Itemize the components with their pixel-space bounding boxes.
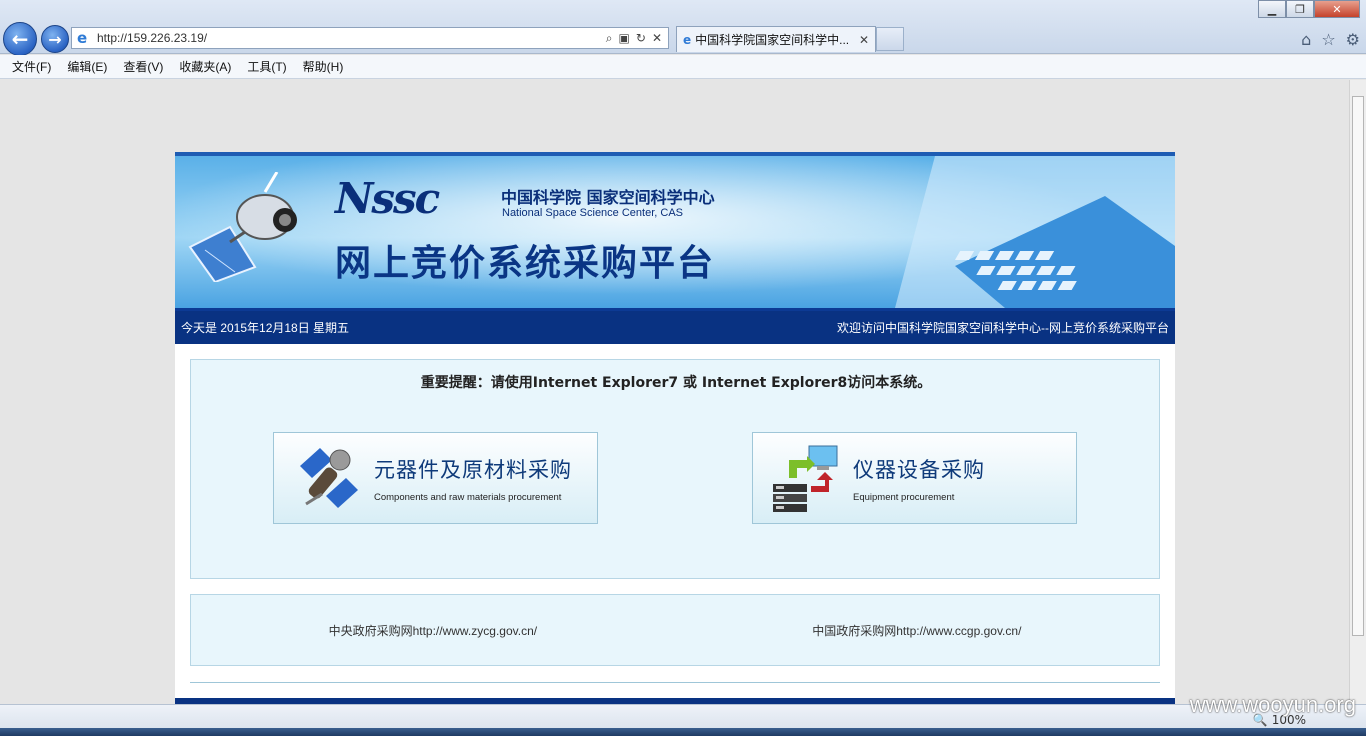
ie-tab-icon: e [683,32,692,47]
links-panel: 中央政府采购网http://www.zycg.gov.cn/ 中国政府采购网ht… [190,594,1160,666]
tab-active[interactable]: e 中国科学院国家空间科学中... ✕ [676,26,876,52]
info-bar: 今天是 2015年12月18日 星期五 欢迎访问中国科学院国家空间科学中心--网… [175,308,1175,344]
card-subtitle: Equipment procurement [853,491,955,503]
card-subtitle: Components and raw materials procurement [374,491,562,503]
menu-favorites[interactable]: 收藏夹(A) [179,58,231,75]
equipment-procurement-button[interactable]: 仪器设备采购 Equipment procurement [752,432,1077,524]
main-panel: 重要提醒：请使用Internet Explorer7 或 Internet Ex… [190,359,1160,579]
site-banner: Nssc 中国科学院 国家空间科学中心 National Space Scien… [175,152,1175,308]
link-zycg[interactable]: 中央政府采购网http://www.zycg.gov.cn/ [329,622,538,639]
menu-edit[interactable]: 编辑(E) [67,58,107,75]
org-name-cn: 中国科学院 国家空间科学中心 [501,188,715,207]
equipment-server-icon [773,445,838,512]
menu-bar: 文件(F) 编辑(E) 查看(V) 收藏夹(A) 工具(T) 帮助(H) [0,55,1366,79]
org-name-en: National Space Science Center, CAS [502,207,683,219]
today-date: 今天是 2015年12月18日 星期五 [181,321,350,335]
minimize-button[interactable]: ▁ [1258,0,1286,18]
nssc-logo: Nssc [335,174,440,223]
ie-logo-icon: e [77,29,88,47]
card-title: 仪器设备采购 [853,457,985,482]
favorites-star-icon[interactable]: ☆ [1321,30,1335,49]
components-procurement-button[interactable]: 元器件及原材料采购 Components and raw materials p… [273,432,598,524]
address-url[interactable]: http://159.226.23.19/ [97,31,606,45]
tab-title: 中国科学院国家空间科学中... [695,33,850,47]
platform-title: 网上竞价系统采购平台 [335,242,716,284]
new-tab-button[interactable] [876,27,904,51]
laptop-keyboard-icon [895,156,1175,308]
arrow-right-icon: → [48,29,62,49]
scrollbar-thumb[interactable] [1352,96,1364,636]
tools-gear-icon[interactable]: ⚙ [1346,30,1360,49]
compat-view-icon[interactable]: ▣ [619,31,630,46]
divider [190,682,1160,683]
watermark: www.wooyun.org [1189,692,1356,717]
maximize-button[interactable]: ❐ [1286,0,1314,18]
browser-notice: 重要提醒：请使用Internet Explorer7 或 Internet Ex… [420,375,932,391]
menu-tools[interactable]: 工具(T) [247,58,286,75]
link-ccgp[interactable]: 中国政府采购网http://www.ccgp.gov.cn/ [812,622,1021,639]
search-icon[interactable]: ⌕ [606,31,613,46]
page-content: Nssc 中国科学院 国家空间科学中心 National Space Scien… [175,152,1175,704]
menu-file[interactable]: 文件(F) [12,58,51,75]
satellite-icon [188,172,297,282]
browser-titlebar: ← → e http://159.226.23.19/ ⌕ ▣ ↻ ✕ e 中国… [0,0,1366,56]
close-window-button[interactable]: ✕ [1314,0,1360,18]
menu-view[interactable]: 查看(V) [123,58,163,75]
close-tab-icon[interactable]: ✕ [859,33,869,47]
card-title: 元器件及原材料采购 [374,457,572,482]
vertical-scrollbar[interactable] [1349,80,1366,704]
components-icon [300,448,358,508]
arrow-left-icon: ← [11,27,29,51]
stop-icon[interactable]: ✕ [652,31,662,46]
home-icon[interactable]: ⌂ [1301,30,1311,49]
back-button[interactable]: ← [3,22,37,56]
menu-help[interactable]: 帮助(H) [303,58,344,75]
forward-button[interactable]: → [41,25,69,53]
address-bar[interactable]: e http://159.226.23.19/ ⌕ ▣ ↻ ✕ [71,27,669,49]
refresh-icon[interactable]: ↻ [636,31,646,46]
windows-taskbar [0,728,1366,736]
welcome-text: 欢迎访问中国科学院国家空间科学中心--网上竞价系统采购平台 [837,321,1169,335]
